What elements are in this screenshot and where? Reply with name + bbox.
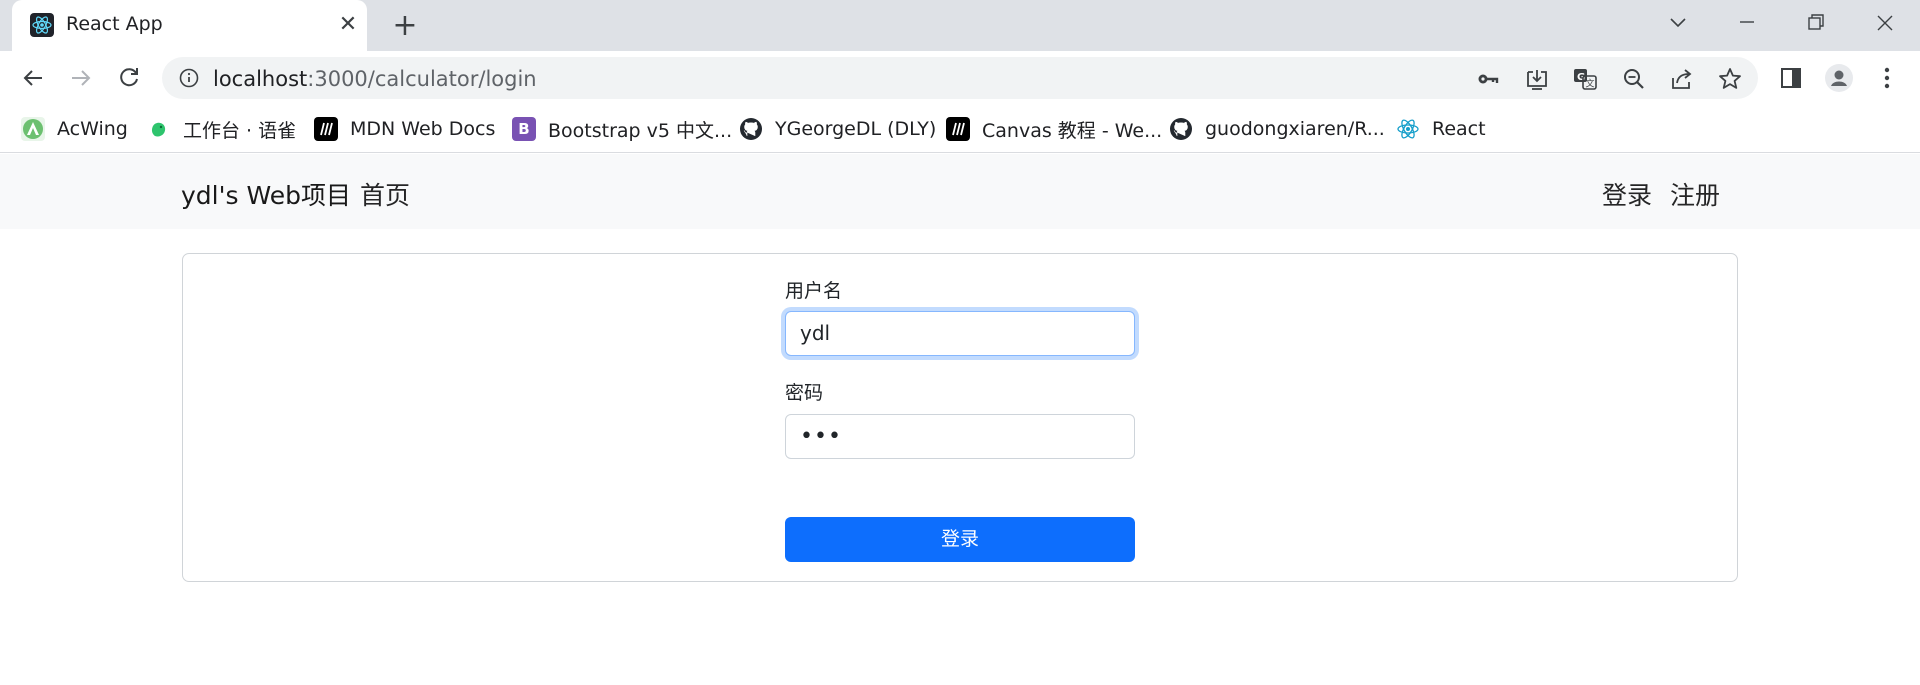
bookmark-label: MDN Web Docs <box>350 118 496 140</box>
mdn-icon <box>946 117 970 141</box>
forward-icon[interactable] <box>66 63 96 93</box>
bookmark-bootstrap[interactable]: B Bootstrap v5 中文... <box>512 114 732 144</box>
key-icon[interactable] <box>1475 66 1501 92</box>
bookmark-label: Canvas 教程 - We... <box>982 119 1163 142</box>
restore-icon[interactable] <box>1796 8 1836 38</box>
svg-text:文: 文 <box>1586 78 1595 90</box>
install-app-icon[interactable] <box>1524 66 1550 92</box>
address-bar[interactable]: localhost:3000/calculator/login G文 <box>162 57 1758 99</box>
github-icon <box>739 117 763 141</box>
url-path: :3000/calculator/login <box>307 67 537 91</box>
browser-toolbar: localhost:3000/calculator/login G文 <box>0 51 1920 105</box>
bookmark-acwing[interactable]: AcWing <box>21 114 128 144</box>
tab-close-icon[interactable]: ✕ <box>336 13 360 37</box>
login-submit-button[interactable]: 登录 <box>785 517 1135 562</box>
username-value: ydl <box>800 321 831 345</box>
bookmark-label: YGeorgeDL (DLY) <box>775 118 937 140</box>
bookmark-react[interactable]: React <box>1396 114 1486 144</box>
site-info-icon[interactable] <box>178 67 200 89</box>
username-input[interactable]: ydl <box>785 311 1135 356</box>
new-tab-icon[interactable]: + <box>390 11 420 42</box>
acwing-icon <box>21 117 45 141</box>
mdn-icon <box>314 117 338 141</box>
svg-text:G: G <box>1577 72 1585 83</box>
tab-title: React App <box>66 13 163 35</box>
nav-link-register[interactable]: 注册 <box>1670 176 1720 212</box>
translate-icon[interactable]: G文 <box>1572 66 1598 92</box>
share-icon[interactable] <box>1669 66 1695 92</box>
password-input[interactable]: ••• <box>785 414 1135 459</box>
bookmark-github-guodongxiaren[interactable]: guodongxiaren/R... <box>1169 114 1385 144</box>
nav-link-login[interactable]: 登录 <box>1602 176 1652 212</box>
tab-search-chevron-icon[interactable] <box>1658 8 1698 38</box>
bootstrap-icon: B <box>512 117 536 141</box>
bookmark-star-icon[interactable] <box>1717 66 1743 92</box>
nav-link-home[interactable]: 首页 <box>360 176 410 212</box>
bookmark-label: guodongxiaren/R... <box>1205 118 1385 140</box>
password-value: ••• <box>800 424 842 449</box>
profile-avatar-icon[interactable] <box>1824 63 1854 93</box>
browser-tab-active[interactable]: React App ✕ <box>12 0 367 51</box>
site-navbar: ydl's Web项目 首页 登录 注册 <box>0 154 1920 229</box>
side-panel-icon[interactable] <box>1776 63 1806 93</box>
bookmark-mdn[interactable]: MDN Web Docs <box>314 114 495 144</box>
tab-strip: React App ✕ + <box>0 0 1920 51</box>
github-icon <box>1169 117 1193 141</box>
bookmark-canvas-tutorial[interactable]: Canvas 教程 - We... <box>946 114 1162 144</box>
react-icon <box>1396 117 1420 141</box>
url-text: localhost:3000/calculator/login <box>213 67 537 91</box>
bookmarks-bar: AcWing 工作台 · 语雀 MDN Web Docs B Bootstrap… <box>0 105 1920 153</box>
bookmark-label: 工作台 · 语雀 <box>183 119 297 142</box>
username-label: 用户名 <box>785 280 843 302</box>
reload-icon[interactable] <box>114 63 144 93</box>
bookmark-github-ygeorgedl[interactable]: YGeorgeDL (DLY) <box>739 114 936 144</box>
bookmark-yuque[interactable]: 工作台 · 语雀 <box>147 114 296 144</box>
menu-kebab-icon[interactable] <box>1872 63 1902 93</box>
navbar-brand[interactable]: ydl's Web项目 <box>181 176 351 212</box>
yuque-icon <box>147 117 171 141</box>
react-icon <box>30 13 54 37</box>
zoom-out-icon[interactable] <box>1621 66 1647 92</box>
minimize-icon[interactable] <box>1727 8 1767 38</box>
password-label: 密码 <box>785 382 824 404</box>
close-window-icon[interactable] <box>1865 8 1905 38</box>
bookmark-label: Bootstrap v5 中文... <box>548 119 733 142</box>
back-icon[interactable] <box>18 63 48 93</box>
url-host: localhost <box>213 67 308 91</box>
bookmark-label: React <box>1432 118 1486 140</box>
bookmark-label: AcWing <box>57 118 128 140</box>
